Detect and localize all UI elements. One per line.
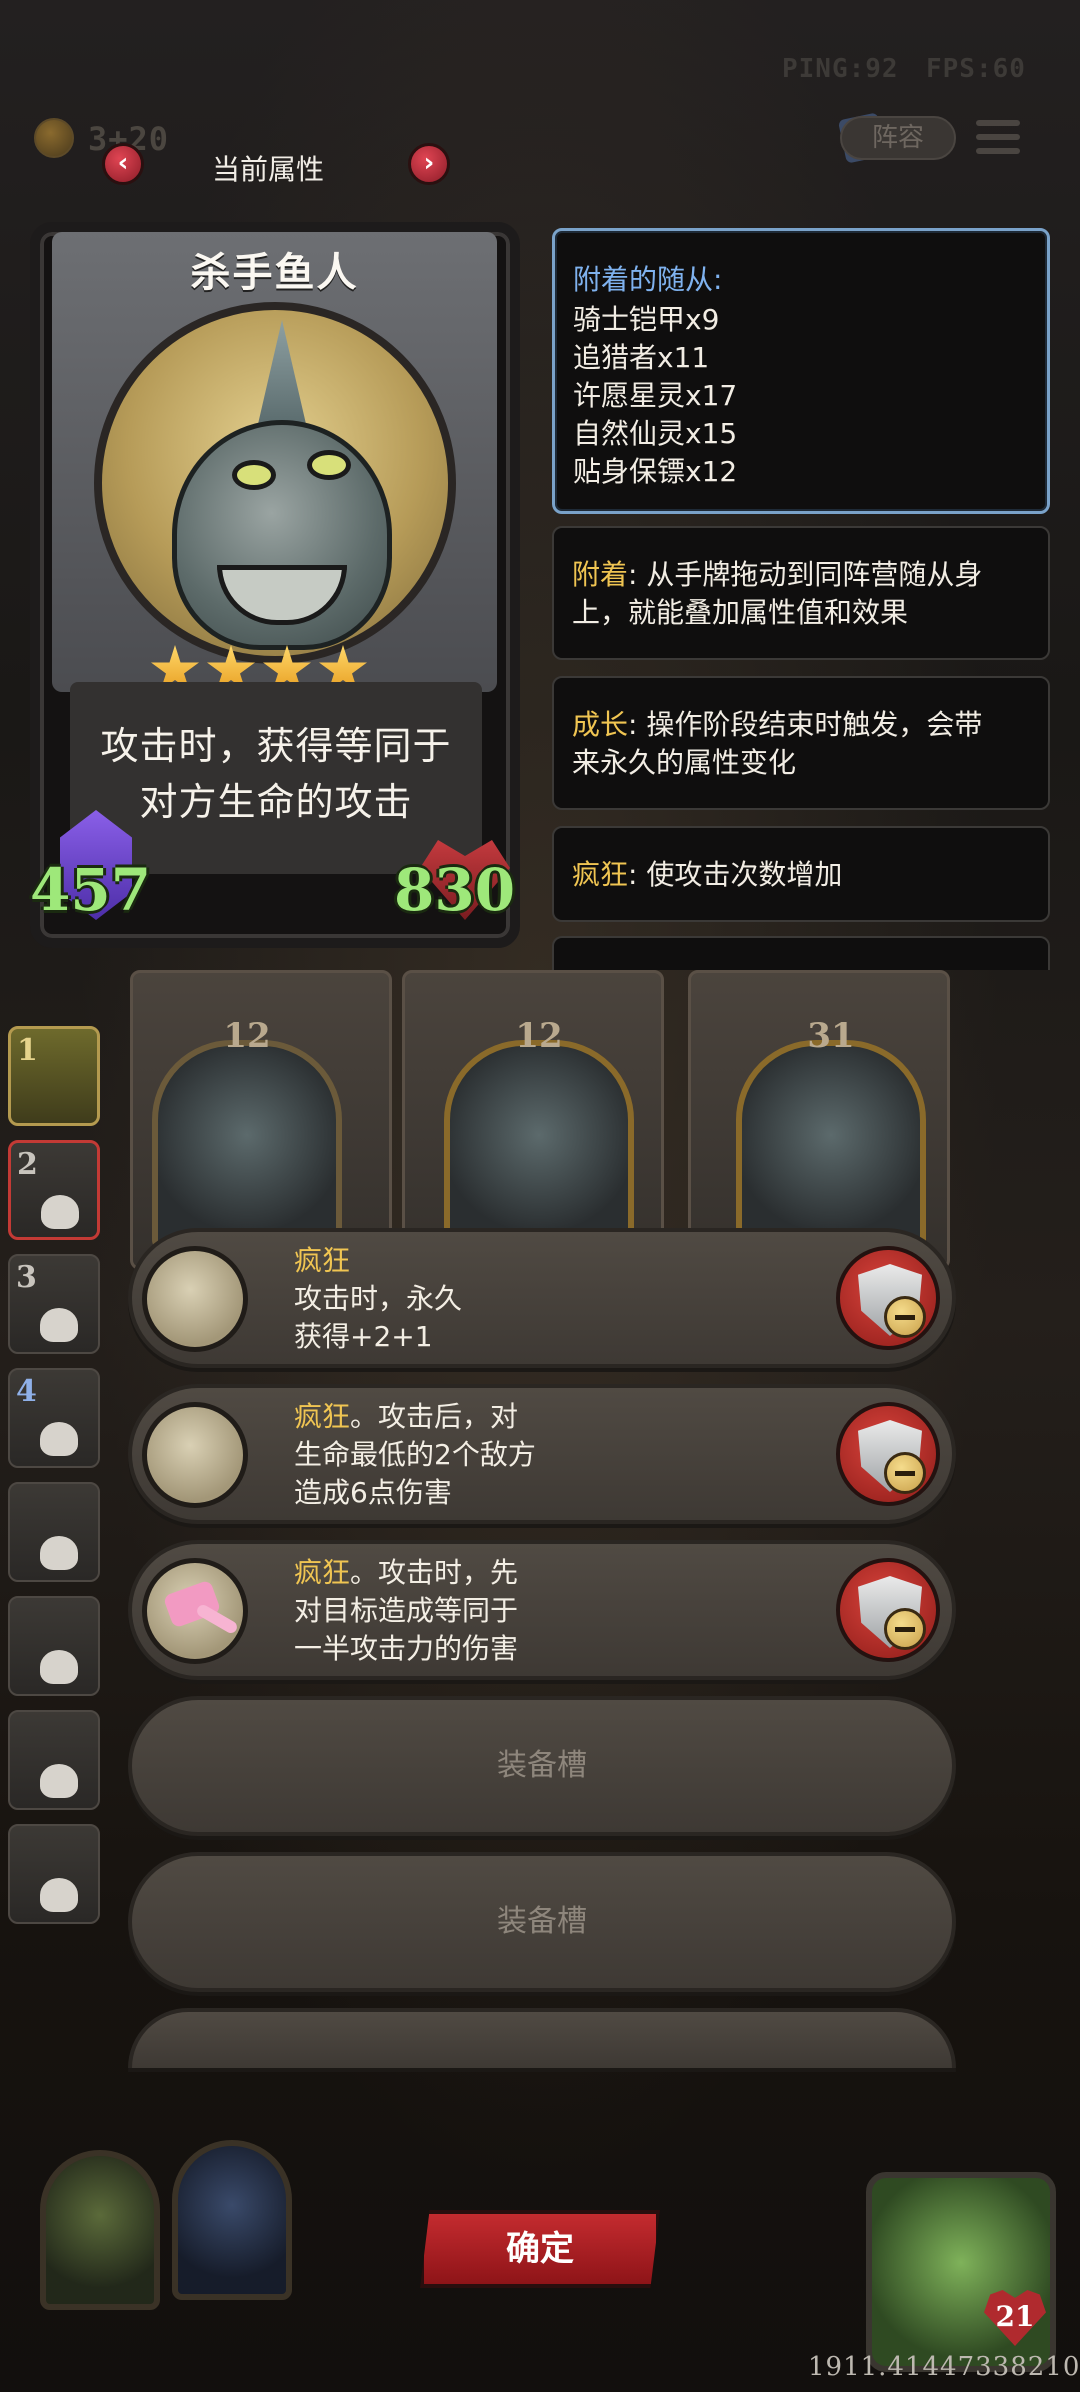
lineup-button[interactable]: 阵容 — [840, 116, 956, 160]
equipment-line: 攻击时，永久 — [294, 1282, 463, 1315]
board-minion-elf[interactable] — [444, 1040, 634, 1250]
skull-icon — [40, 1878, 78, 1912]
hero-description-line-2: 对方生命的攻击 — [139, 780, 413, 824]
attached-minions-panel: 附着的随从: 骑士铠甲x9 追猎者x11 许愿星灵x17 自然仙灵x15 贴身保… — [552, 228, 1050, 514]
equipment-keyword: 疯狂 — [294, 1400, 351, 1433]
keyword-panel-more — [552, 936, 1050, 970]
party-slot-number: 3 — [16, 1260, 37, 1295]
attached-heading: 附着的随从: — [573, 263, 723, 296]
skull-icon — [40, 1764, 78, 1798]
equipment-line: 造成6点伤害 — [294, 1476, 452, 1509]
party-slot-7[interactable] — [8, 1710, 100, 1810]
equipment-row-2[interactable]: 疯狂。攻击后，对 生命最低的2个敌方 造成6点伤害 — [128, 1384, 956, 1524]
remove-equipment-button[interactable] — [836, 1558, 940, 1662]
crossed-swords-icon — [142, 1246, 248, 1352]
keyword-desc: 来永久的属性变化 — [572, 746, 797, 779]
hero-name: 杀手鱼人 — [190, 250, 359, 296]
keyword-desc: 上，就能叠加属性值和效果 — [572, 596, 909, 629]
equipment-line: 。攻击时，先 — [350, 1556, 519, 1589]
scythes-icon — [142, 1402, 248, 1508]
attached-item: 追猎者x11 — [573, 341, 710, 374]
equipment-line: 。攻击后，对 — [350, 1400, 519, 1433]
gold-coin-icon — [34, 118, 74, 158]
equipment-text: 疯狂。攻击时，先 对目标造成等同于 一半攻击力的伤害 — [294, 1554, 518, 1668]
next-arrow-button[interactable]: › — [408, 143, 450, 185]
keyword-panel-attach: 附着: 从手牌拖动到同阵营随从身 上，就能叠加属性值和效果 — [552, 526, 1050, 660]
party-slot-5[interactable] — [8, 1482, 100, 1582]
party-slot-8[interactable] — [8, 1824, 100, 1924]
empty-equipment-slot[interactable]: 装备槽 — [128, 1852, 956, 1992]
attached-item: 自然仙灵x15 — [573, 417, 738, 450]
skull-icon — [41, 1195, 79, 1229]
hero-description-line-1: 攻击时，获得等同于 — [100, 724, 452, 768]
player-hero-portrait[interactable] — [866, 2172, 1056, 2372]
empty-equipment-slot-partial[interactable] — [128, 2008, 956, 2068]
keyword-desc: : 从手牌拖动到同阵营随从身 — [628, 558, 983, 591]
party-slot-4[interactable]: 4 — [8, 1368, 100, 1468]
keyword-panel-growth: 成长: 操作阶段结束时触发，会带 来永久的属性变化 — [552, 676, 1050, 810]
attached-item: 贴身保镖x12 — [573, 455, 738, 488]
coordinate-readout: 1911.41447338210 — [808, 2352, 1080, 2382]
menu-icon[interactable] — [976, 120, 1020, 162]
equipment-line: 对目标造成等同于 — [294, 1594, 519, 1627]
party-slot-number: 2 — [17, 1147, 38, 1182]
pink-hammer-icon — [142, 1558, 248, 1664]
party-slot-6[interactable] — [8, 1596, 100, 1696]
empty-equipment-slot[interactable]: 装备槽 — [128, 1696, 956, 1836]
party-slot-3[interactable]: 3 — [8, 1254, 100, 1354]
equipment-line: 生命最低的2个敌方 — [294, 1438, 536, 1471]
equipment-row-3[interactable]: 疯狂。攻击时，先 对目标造成等同于 一半攻击力的伤害 — [128, 1540, 956, 1680]
equipment-text: 疯狂。攻击后，对 生命最低的2个敌方 造成6点伤害 — [294, 1398, 536, 1512]
board-minion-level: 12 — [515, 1016, 563, 1056]
keyword-panel-frenzy: 疯狂: 使攻击次数增加 — [552, 826, 1050, 922]
board-minion-level: 31 — [807, 1016, 855, 1056]
confirm-button[interactable]: 确定 — [420, 2210, 660, 2288]
equipment-row-1[interactable]: 疯狂 攻击时，永久 获得+2+1 — [128, 1228, 956, 1368]
prev-arrow-button[interactable]: ‹ — [102, 143, 144, 185]
remove-equipment-button[interactable] — [836, 1246, 940, 1350]
equipment-line: 一半攻击力的伤害 — [294, 1632, 519, 1665]
keyword-term: 疯狂 — [572, 858, 629, 891]
keyword-term: 成长 — [572, 708, 629, 741]
deck-card[interactable] — [40, 2150, 160, 2310]
keyword-term: 附着 — [572, 558, 629, 591]
eye-icon — [307, 450, 351, 480]
skull-icon — [40, 1308, 78, 1342]
party-slot-number: 1 — [17, 1033, 38, 1068]
board-minion-level: 12 — [223, 1016, 271, 1056]
keyword-desc: : 操作阶段结束时触发，会带 — [628, 708, 983, 741]
minus-icon — [884, 1296, 926, 1338]
hero-portrait — [94, 302, 456, 664]
hero-attack: 457 — [30, 856, 152, 924]
fps-readout: FPS:60 — [926, 54, 1026, 84]
minus-icon — [884, 1608, 926, 1650]
equipment-text: 疯狂 攻击时，永久 获得+2+1 — [294, 1242, 462, 1356]
skull-icon — [40, 1536, 78, 1570]
skull-icon — [40, 1422, 78, 1456]
party-slot-1[interactable]: 1 — [8, 1026, 100, 1126]
deck-card[interactable] — [172, 2140, 292, 2300]
attached-item: 骑士铠甲x9 — [573, 303, 720, 336]
equipment-keyword: 疯狂 — [294, 1556, 351, 1589]
board-minion-fishman[interactable] — [152, 1040, 342, 1250]
equipment-line: 获得+2+1 — [294, 1320, 433, 1353]
equipment-keyword: 疯狂 — [294, 1244, 351, 1277]
party-slot-2[interactable]: 2 — [8, 1140, 100, 1240]
minus-icon — [884, 1452, 926, 1494]
remove-equipment-button[interactable] — [836, 1402, 940, 1506]
eye-icon — [232, 460, 276, 490]
board-minion-swordsman[interactable] — [736, 1040, 926, 1250]
page-title: 当前属性 — [212, 153, 325, 186]
ping-readout: PING:92 — [782, 54, 899, 84]
attached-item: 许愿星灵x17 — [573, 379, 738, 412]
party-slot-number: 4 — [16, 1374, 37, 1409]
skull-icon — [40, 1650, 78, 1684]
hero-health: 830 — [394, 856, 516, 924]
keyword-desc: : 使攻击次数增加 — [628, 858, 843, 891]
player-health: 21 — [995, 2300, 1035, 2333]
